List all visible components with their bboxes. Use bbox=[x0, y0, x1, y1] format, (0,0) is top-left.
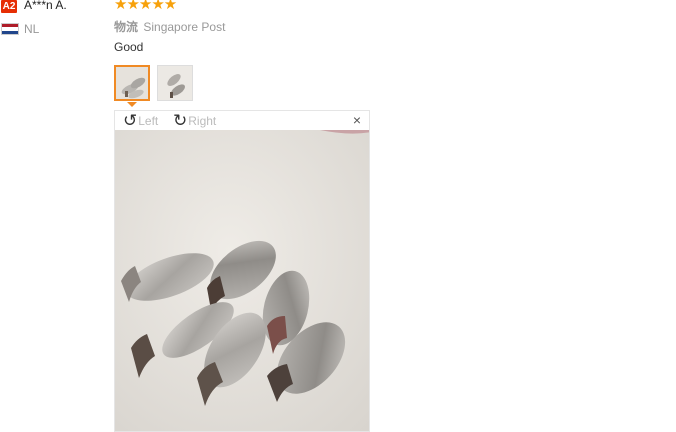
review-text: Good bbox=[114, 40, 144, 54]
star-rating: ★★★★★ bbox=[114, 0, 177, 13]
logistics-info: 物流 Singapore Post bbox=[114, 18, 225, 35]
rotate-right-icon: ↻ bbox=[173, 111, 188, 130]
photo-viewer: ↺ Left ↻ Right × bbox=[114, 110, 370, 432]
close-icon[interactable]: × bbox=[353, 113, 361, 127]
reviewer-country: NL bbox=[24, 22, 40, 36]
review-photo-large bbox=[115, 130, 369, 431]
rotate-left-label: Left bbox=[138, 113, 159, 128]
rotate-right-label: Right bbox=[188, 113, 217, 128]
rotate-left-icon: ↺ bbox=[123, 111, 138, 130]
viewer-toolbar: ↺ Left ↻ Right × bbox=[115, 111, 369, 130]
active-thumbnail-indicator bbox=[127, 102, 137, 107]
reviewer-name: A***n A. bbox=[24, 0, 67, 12]
review-photo-thumbnail-1[interactable] bbox=[114, 65, 150, 101]
netherlands-flag-icon bbox=[1, 23, 19, 35]
logistics-carrier: Singapore Post bbox=[143, 20, 226, 34]
rotate-left-button[interactable]: ↺ Left bbox=[123, 111, 158, 130]
rotate-right-button[interactable]: ↻ Right bbox=[173, 111, 216, 130]
logistics-label: 物流 bbox=[114, 20, 139, 34]
review-photo-thumbnail-2[interactable] bbox=[157, 65, 193, 101]
reviewer-level-badge: A2 bbox=[1, 0, 17, 13]
